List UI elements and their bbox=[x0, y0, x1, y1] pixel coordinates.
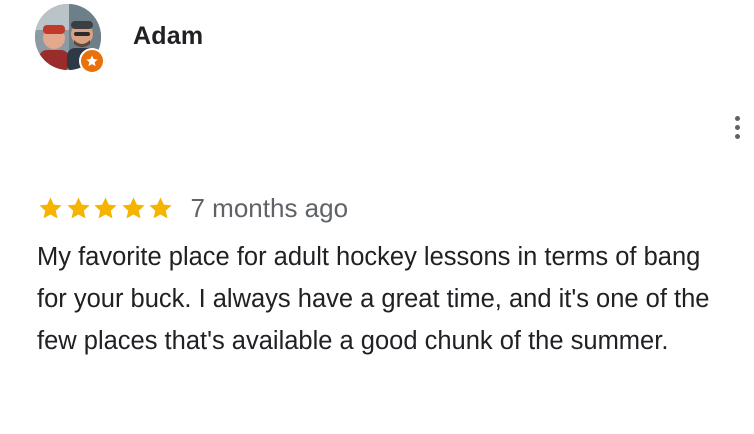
more-options-button[interactable] bbox=[724, 110, 750, 144]
star-icon bbox=[121, 196, 145, 218]
rating-row: 7 months ago bbox=[37, 193, 348, 223]
more-vertical-icon bbox=[734, 114, 740, 141]
local-guide-badge bbox=[79, 48, 105, 74]
reviewer-name[interactable]: Adam bbox=[133, 22, 203, 51]
star-icon bbox=[94, 196, 117, 218]
local-guide-star-icon bbox=[86, 55, 98, 67]
review-card: Adam 7 months ago My favorite place for … bbox=[0, 0, 754, 434]
star-icon bbox=[66, 196, 90, 218]
review-text: My favorite place for adult hockey lesso… bbox=[37, 243, 710, 355]
review-time: 7 months ago bbox=[190, 192, 349, 223]
reviewer-avatar-wrapper[interactable] bbox=[35, 4, 107, 76]
star-icon bbox=[39, 196, 62, 218]
star-rating bbox=[37, 195, 175, 222]
star-icon bbox=[149, 196, 172, 218]
